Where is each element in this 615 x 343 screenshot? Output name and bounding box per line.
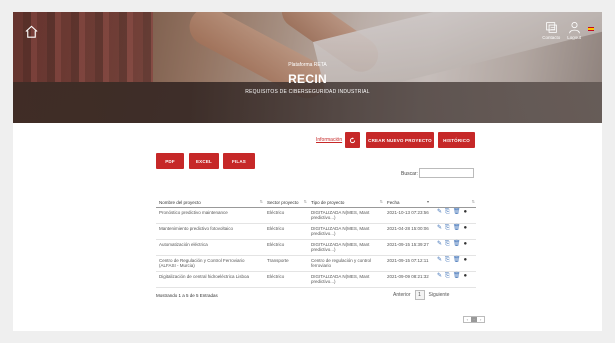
col-type-header[interactable]: Tipo de proyecto ⇅ bbox=[308, 189, 384, 208]
info-icon[interactable]: ● bbox=[463, 225, 467, 232]
info-icon[interactable]: ● bbox=[463, 209, 467, 216]
cell-type: DIGITALIZADA N(MES, Mant predictivo...) bbox=[308, 271, 384, 288]
mini-prev-icon[interactable]: ‹ bbox=[464, 317, 471, 322]
contact-icon bbox=[545, 22, 557, 33]
edit-icon[interactable]: ✎ bbox=[437, 257, 442, 264]
copy-icon[interactable]: ⎘ bbox=[445, 225, 450, 232]
contact-label: Contacto bbox=[542, 35, 561, 40]
col-date-header[interactable]: Fecha ▾ bbox=[384, 189, 434, 208]
mini-pagination[interactable]: ‹ · › bbox=[463, 316, 485, 323]
col-sector-header[interactable]: Sector proyecto ⇅ bbox=[264, 189, 308, 208]
search-label: Buscar: bbox=[401, 171, 418, 177]
edit-icon[interactable]: ✎ bbox=[437, 225, 442, 232]
cell-actions: ✎ ⎘ 🗑 ● bbox=[434, 207, 476, 224]
history-button[interactable]: HISTÓRICO bbox=[438, 132, 475, 148]
cell-name: Mantenimiento predictivo fotovoltaico bbox=[156, 223, 264, 240]
edit-icon[interactable]: ✎ bbox=[437, 241, 442, 248]
cell-date: 2021-10-13 07:23:56 bbox=[384, 207, 434, 224]
home-icon[interactable] bbox=[24, 24, 39, 39]
table-row[interactable]: Pronóstico predictivo maintenance Eléctr… bbox=[156, 207, 476, 224]
sort-icon: ⇅ bbox=[379, 198, 383, 204]
language-flag-icon[interactable] bbox=[588, 27, 594, 31]
refresh-icon bbox=[349, 136, 356, 143]
table-info: Mostrando 1 a 5 de 5 Entradas bbox=[156, 293, 218, 298]
cell-actions: ✎ ⎘ 🗑 ● bbox=[434, 255, 476, 272]
table-row[interactable]: Digitalización de central hidroeléctrica… bbox=[156, 271, 476, 288]
info-icon[interactable]: ● bbox=[463, 241, 467, 248]
copy-icon[interactable]: ⎘ bbox=[445, 273, 450, 280]
cell-date: 2021-04-28 15:00:06 bbox=[384, 223, 434, 240]
sort-desc-icon: ▾ bbox=[426, 198, 429, 204]
table-row[interactable]: Mantenimiento predictivo fotovoltaico El… bbox=[156, 223, 476, 240]
logout-label: Logout bbox=[567, 35, 581, 40]
info-icon[interactable]: ● bbox=[463, 273, 467, 280]
cell-actions: ✎ ⎘ 🗑 ● bbox=[434, 271, 476, 288]
hero-banner: Plataforma RETA RECIN REQUISITOS DE CIBE… bbox=[13, 12, 602, 123]
table-row[interactable]: Centro de Regulación y Control Ferroviar… bbox=[156, 255, 476, 272]
page-number-button[interactable]: 1 bbox=[414, 290, 425, 300]
hero-title: RECIN bbox=[288, 72, 327, 86]
edit-icon[interactable]: ✎ bbox=[437, 209, 442, 216]
cell-type: Centro de regulación y control ferroviar… bbox=[308, 255, 384, 272]
cell-type: DIGITALIZADA N(MES, Mant predictivo...) bbox=[308, 223, 384, 240]
cell-type: DIGITALIZADA N(MES, Mant predictivo...) bbox=[308, 239, 384, 256]
action-bar: Información CREAR NUEVO PROYECTO HISTÓRI… bbox=[13, 132, 602, 148]
info-link[interactable]: Información bbox=[316, 137, 342, 143]
table-row[interactable]: Automatización eléctrica Eléctrico DIGIT… bbox=[156, 239, 476, 256]
projects-table: Nombre del proyecto ⇅ Sector proyecto ⇅ Ti… bbox=[156, 189, 476, 288]
cell-sector: Transporte bbox=[264, 255, 308, 272]
next-page-button[interactable]: Siguiente bbox=[429, 292, 450, 298]
cell-date: 2021-09-15 07:12:11 bbox=[384, 255, 434, 272]
delete-icon[interactable]: 🗑 bbox=[453, 225, 461, 232]
hero-tagline: REQUISITOS DE CIBERSEGURIDAD INDUSTRIAL bbox=[245, 89, 370, 95]
pagination: Anterior 1 Siguiente bbox=[393, 290, 449, 300]
cell-name: Centro de Regulación y Control Ferroviar… bbox=[156, 255, 264, 272]
refresh-button[interactable] bbox=[345, 132, 360, 148]
cell-sector: Eléctrico bbox=[264, 207, 308, 224]
rows-button[interactable]: FILAS bbox=[223, 153, 255, 169]
cell-sector: Eléctrico bbox=[264, 271, 308, 288]
logout-button[interactable]: Logout bbox=[567, 21, 581, 40]
hero-subtitle: Plataforma RETA bbox=[288, 62, 327, 68]
cell-actions: ✎ ⎘ 🗑 ● bbox=[434, 239, 476, 256]
user-icon bbox=[568, 22, 580, 34]
mini-next-icon[interactable]: › bbox=[477, 317, 484, 322]
cell-sector: Eléctrico bbox=[264, 239, 308, 256]
copy-icon[interactable]: ⎘ bbox=[445, 241, 450, 248]
sort-icon: ⇅ bbox=[471, 198, 475, 204]
info-icon[interactable]: ● bbox=[463, 257, 467, 264]
sort-icon: ⇅ bbox=[259, 198, 263, 204]
copy-icon[interactable]: ⎘ bbox=[445, 209, 450, 216]
cell-sector: Eléctrico bbox=[264, 223, 308, 240]
app-frame: Plataforma RETA RECIN REQUISITOS DE CIBE… bbox=[13, 12, 602, 331]
cell-date: 2021-09-09 08:21:32 bbox=[384, 271, 434, 288]
contact-button[interactable]: Contacto bbox=[542, 21, 560, 40]
mini-page-indicator[interactable]: · bbox=[470, 317, 478, 322]
table-header-row: Nombre del proyecto ⇅ Sector proyecto ⇅ Ti… bbox=[156, 189, 476, 208]
topbar-right: Contacto Logout bbox=[542, 21, 594, 40]
delete-icon[interactable]: 🗑 bbox=[453, 257, 461, 264]
export-excel-button[interactable]: EXCEL bbox=[189, 153, 219, 169]
search-input[interactable] bbox=[419, 168, 474, 178]
export-pdf-button[interactable]: PDF bbox=[156, 153, 184, 169]
delete-icon[interactable]: 🗑 bbox=[453, 241, 461, 248]
cell-actions: ✎ ⎘ 🗑 ● bbox=[434, 223, 476, 240]
col-name-header[interactable]: Nombre del proyecto ⇅ bbox=[156, 189, 264, 208]
cell-name: Automatización eléctrica bbox=[156, 239, 264, 256]
cell-name: Pronóstico predictivo maintenance bbox=[156, 207, 264, 224]
cell-type: DIGITALIZADA N(MES, Mant predictivo...) bbox=[308, 207, 384, 224]
delete-icon[interactable]: 🗑 bbox=[453, 273, 461, 280]
copy-icon[interactable]: ⎘ bbox=[445, 257, 450, 264]
col-actions-header: ⇅ bbox=[434, 189, 476, 208]
cell-date: 2021-09-15 15:39:27 bbox=[384, 239, 434, 256]
delete-icon[interactable]: 🗑 bbox=[453, 209, 461, 216]
create-project-button[interactable]: CREAR NUEVO PROYECTO bbox=[366, 132, 434, 148]
edit-icon[interactable]: ✎ bbox=[437, 273, 442, 280]
cell-name: Digitalización de central hidroeléctrica… bbox=[156, 271, 264, 288]
prev-page-button[interactable]: Anterior bbox=[393, 292, 411, 298]
sort-icon: ⇅ bbox=[303, 198, 307, 204]
